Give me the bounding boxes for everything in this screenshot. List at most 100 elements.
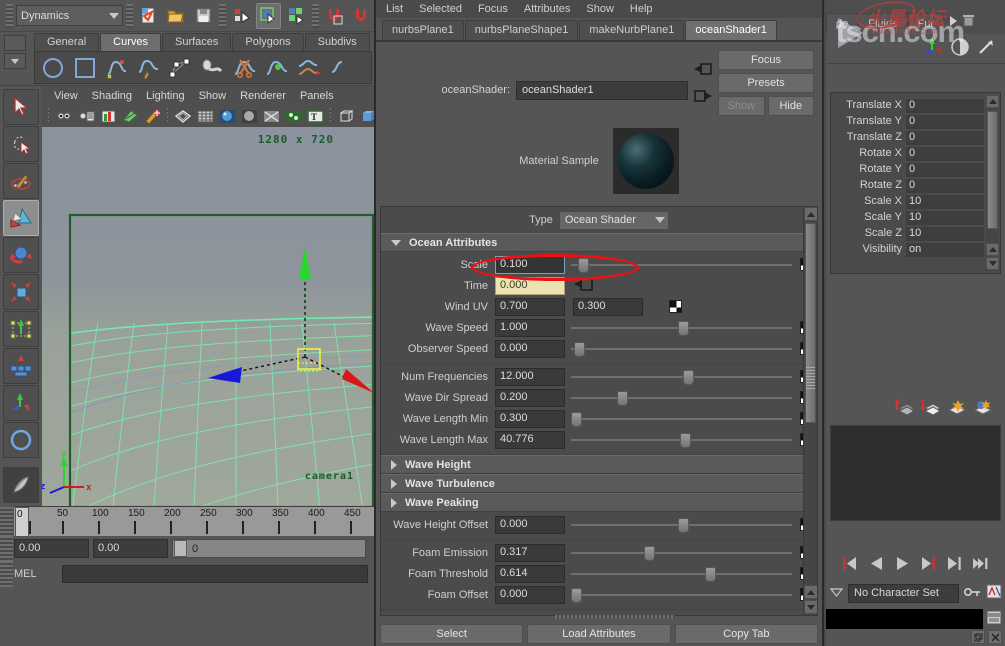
command-line-input[interactable] [62, 565, 368, 583]
channel-value-scale-x[interactable]: 10 [906, 193, 984, 209]
new-layer-icon[interactable] [894, 398, 916, 419]
lights-icon[interactable] [283, 107, 303, 126]
step-forward-icon[interactable] [920, 555, 937, 572]
channel-row-rotate-z[interactable]: Rotate Z 0 [831, 177, 984, 193]
nurbs-square-icon[interactable] [70, 53, 100, 82]
select-camera-icon[interactable] [54, 107, 74, 126]
attr-input-wave-dir-spread[interactable]: 0.200 [495, 388, 565, 407]
channel-row-scale-y[interactable]: Scale Y 10 [831, 209, 984, 225]
attr-input-wave-length-max[interactable]: 40.776 [495, 430, 565, 449]
channel-row-translate-y[interactable]: Translate Y 0 [831, 113, 984, 129]
viewport-canvas[interactable]: y x z 1280 x 720 camera1 [42, 127, 376, 506]
open-scene-icon[interactable] [163, 3, 188, 29]
shelf-tab-menu-button[interactable] [4, 35, 26, 51]
play-forward-icon[interactable] [894, 555, 911, 572]
section-ocean-attributes[interactable]: Ocean Attributes [381, 233, 817, 252]
ae-menu-attributes[interactable]: Attributes [524, 3, 570, 15]
right-tab-de[interactable]: de [826, 13, 859, 34]
channel-value-rotate-z[interactable]: 0 [906, 177, 984, 193]
grease-pencil-icon[interactable] [142, 107, 162, 126]
range-slider-handle[interactable] [174, 540, 187, 557]
range-slider-bar[interactable]: 0 [172, 539, 366, 558]
channel-value-translate-x[interactable]: 0 [906, 97, 984, 113]
bounding-box-icon[interactable] [336, 107, 356, 126]
channel-row-visibility[interactable]: Visibility on [831, 241, 984, 257]
toolbar-gripper-2[interactable] [218, 3, 226, 28]
step-back-icon[interactable] [868, 555, 885, 572]
channel-scroll-up-button[interactable] [986, 95, 999, 108]
shelf-options-menu-button[interactable] [4, 53, 26, 69]
attr-slider-wave-height-offset[interactable] [569, 516, 796, 534]
attr-input-wave-speed[interactable]: 1.000 [495, 318, 565, 337]
key-icon[interactable] [963, 586, 981, 601]
show-button[interactable]: Show [718, 96, 765, 116]
set-key-icon[interactable] [947, 398, 967, 419]
scroll-down-button[interactable] [804, 600, 817, 614]
go-to-end-key-icon[interactable] [972, 555, 989, 572]
attr-input-wind-v[interactable]: 0.300 [573, 297, 643, 316]
viewport-menu-renderer[interactable]: Renderer [240, 90, 286, 102]
time-slider-gripper[interactable] [0, 507, 13, 537]
close-icon[interactable] [988, 630, 1002, 644]
menu-set-selector[interactable]: Dynamics [16, 5, 123, 26]
channel-row-rotate-x[interactable]: Rotate X 0 [831, 145, 984, 161]
section-wave-turbulence[interactable]: Wave Turbulence [381, 474, 817, 493]
attr-input-foam-threshold[interactable]: 0.614 [495, 564, 565, 583]
attr-slider-foam-offset[interactable] [569, 586, 796, 604]
output-connection-icon[interactable] [694, 89, 712, 106]
new-scene-icon[interactable] [136, 3, 161, 29]
wireframe-icon[interactable] [173, 107, 193, 126]
shelf-tab-curves[interactable]: Curves [100, 33, 161, 51]
snap-to-grid-icon[interactable] [322, 3, 347, 29]
ae-tab-oceanshader1[interactable]: oceanShader1 [685, 20, 777, 40]
snap-to-curve-icon[interactable] [349, 3, 374, 29]
last-tool-used-icon[interactable] [3, 422, 39, 458]
cut-curve-icon[interactable] [230, 53, 260, 82]
attr-slider-foam-emission[interactable] [569, 544, 796, 562]
command-line-gripper[interactable] [0, 561, 13, 587]
footer-gripper[interactable] [555, 615, 676, 619]
status-line-gripper[interactable] [6, 3, 13, 28]
attr-slider-scale[interactable] [569, 256, 796, 274]
channel-row-translate-x[interactable]: Translate X 0 [831, 97, 984, 113]
layer-list[interactable] [830, 425, 1001, 521]
attr-input-foam-emission[interactable]: 0.317 [495, 543, 565, 562]
chevron-down-icon[interactable] [829, 587, 844, 600]
ae-menu-help[interactable]: Help [630, 3, 653, 15]
attr-input-wind-u[interactable]: 0.700 [495, 297, 565, 316]
channel-value-scale-z[interactable]: 10 [906, 225, 984, 241]
paint-effects-tool-icon[interactable] [3, 467, 39, 503]
attr-slider-wave-length-max[interactable] [569, 431, 796, 449]
shelf-tab-subdivs[interactable]: Subdivs [304, 33, 370, 51]
2d-pan-zoom-icon[interactable] [120, 107, 140, 126]
script-editor-icon[interactable] [983, 610, 1005, 628]
channel-value-translate-y[interactable]: 0 [906, 113, 984, 129]
focus-button[interactable]: Focus [718, 50, 814, 70]
go-to-start-icon[interactable] [842, 555, 859, 572]
time-slider-cursor[interactable]: 0 [15, 507, 29, 537]
ae-tab-nurbsplane1[interactable]: nurbsPlane1 [382, 20, 464, 40]
tab-scroll-right-icon[interactable] [948, 15, 959, 30]
go-to-end-icon[interactable] [946, 555, 963, 572]
add-point-icon[interactable] [294, 53, 324, 82]
channel-value-visibility[interactable]: on [906, 241, 984, 257]
ae-menu-show[interactable]: Show [586, 3, 614, 15]
viewport-menu-panels[interactable]: Panels [300, 90, 334, 102]
attr-input-wave-length-min[interactable]: 0.300 [495, 409, 565, 428]
node-name-field[interactable]: oceanShader1 [516, 80, 688, 100]
offset-curve-icon[interactable] [198, 53, 228, 82]
image-plane-icon[interactable] [98, 107, 118, 126]
shelf-tab-polygons[interactable]: Polygons [232, 33, 304, 51]
viewport-menu-shading[interactable]: Shading [92, 90, 132, 102]
attr-input-foam-offset[interactable]: 0.000 [495, 585, 565, 604]
ae-menu-selected[interactable]: Selected [419, 3, 462, 15]
ep-curve-tool-icon[interactable] [102, 53, 132, 82]
select-by-object-icon[interactable] [256, 2, 282, 29]
hide-button[interactable]: Hide [767, 96, 814, 116]
select-button[interactable]: Select [380, 624, 524, 644]
attr-input-scale[interactable]: 0.100 [495, 255, 565, 274]
attr-slider-wave-length-min[interactable] [569, 410, 796, 428]
nurbs-circle-icon[interactable] [38, 53, 68, 82]
shelf-tab-surfaces[interactable]: Surfaces [161, 33, 232, 51]
channel-row-scale-z[interactable]: Scale Z 10 [831, 225, 984, 241]
